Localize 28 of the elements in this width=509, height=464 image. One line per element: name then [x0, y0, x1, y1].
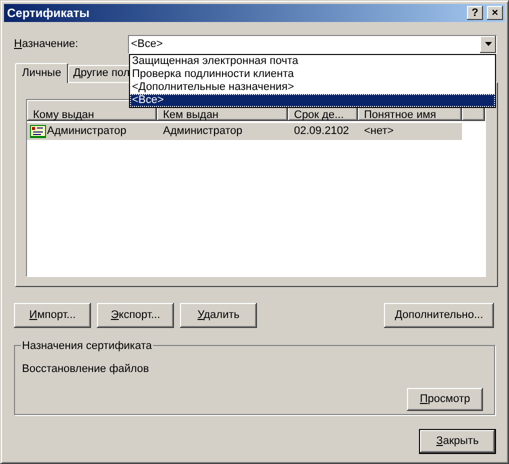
import-button[interactable]: Импорт... [14, 303, 91, 328]
dropdown-option[interactable]: Проверка подлинности клиента [130, 68, 495, 81]
window-title: Сертификаты [7, 5, 90, 22]
table-cell-text: <нет> [364, 124, 394, 140]
caret-icon [484, 42, 492, 46]
close-button[interactable]: Закрыть [419, 429, 496, 454]
view-button[interactable]: Просмотр [407, 388, 483, 410]
combo-value: <Все> [130, 36, 164, 52]
list-row[interactable]: Администратор Администратор 02.09.2102 <нет> [27, 123, 462, 140]
table-cell-text: Администратор [163, 124, 242, 140]
table-cell-text: Администратор [47, 124, 126, 140]
help-button[interactable]: ? [467, 6, 483, 20]
dropdown-button[interactable] [480, 36, 496, 52]
tab[interactable]: Личные [15, 63, 68, 83]
export-button[interactable]: Экспорт... [97, 303, 174, 328]
table-cell-text: 02.09.2102 [294, 124, 350, 140]
purpose-combo[interactable]: <Все> [128, 34, 497, 54]
certificate-icon [30, 125, 46, 138]
advanced-button[interactable]: Дополнительно... [384, 303, 494, 328]
dropdown-option[interactable]: <Дополнительные назначения> [130, 81, 495, 94]
purposes-text: Восстановление файлов [22, 362, 150, 377]
tab[interactable]: Другие пол [68, 65, 130, 82]
purpose-label: Назначение: [14, 36, 80, 52]
group-title: Назначения сертификата [21, 338, 153, 354]
delete-button[interactable]: Удалить [180, 303, 257, 328]
close-button[interactable]: × [487, 6, 503, 20]
dropdown-option[interactable]: Защищенная электронная почта [130, 55, 495, 68]
dropdown-option[interactable]: <Все> [130, 94, 495, 107]
